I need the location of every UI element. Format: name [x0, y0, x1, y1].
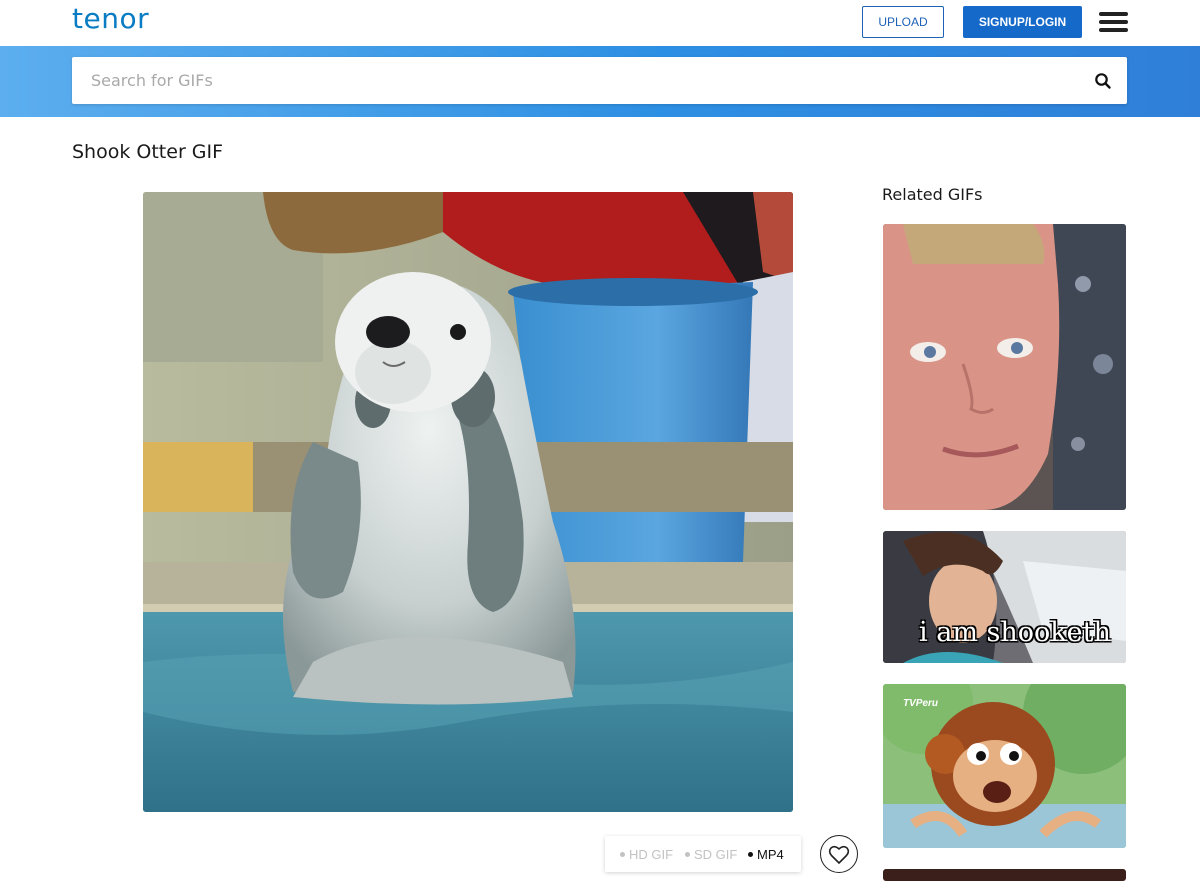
related-gifs-title: Related GIFs: [882, 185, 983, 204]
otter-illustration: [143, 192, 793, 812]
related-gif-1-image: [883, 224, 1126, 510]
related-gif-2-caption: i am shooketh: [919, 617, 1111, 648]
like-button[interactable]: [820, 835, 858, 873]
format-option-sd-gif[interactable]: SD GIF: [685, 847, 737, 862]
related-gif-2[interactable]: i am shooketh: [883, 531, 1126, 663]
heart-icon: [828, 845, 850, 864]
signup-login-button[interactable]: SIGNUP/LOGIN: [963, 6, 1082, 38]
format-option-mp4[interactable]: MP4: [748, 847, 784, 862]
hamburger-menu-icon[interactable]: [1099, 12, 1128, 32]
search-icon[interactable]: [1094, 72, 1112, 90]
related-gif-1[interactable]: [883, 224, 1126, 510]
search-input[interactable]: [72, 57, 1072, 104]
search-band: [0, 46, 1200, 117]
tenor-logo[interactable]: tenor: [72, 2, 149, 35]
related-gif-3-watermark: TVPeru: [903, 698, 939, 709]
page-title: Shook Otter GIF: [72, 141, 224, 163]
related-gif-3[interactable]: TVPeru: [883, 684, 1126, 848]
search-bar: [72, 57, 1127, 104]
top-nav: tenor UPLOAD SIGNUP/LOGIN: [0, 0, 1200, 46]
format-option-hd-gif[interactable]: HD GIF: [620, 847, 673, 862]
format-selector: HD GIF SD GIF MP4: [605, 836, 801, 872]
main-gif-image[interactable]: [143, 192, 793, 812]
related-gif-4[interactable]: [883, 869, 1126, 881]
upload-button[interactable]: UPLOAD: [862, 6, 944, 38]
